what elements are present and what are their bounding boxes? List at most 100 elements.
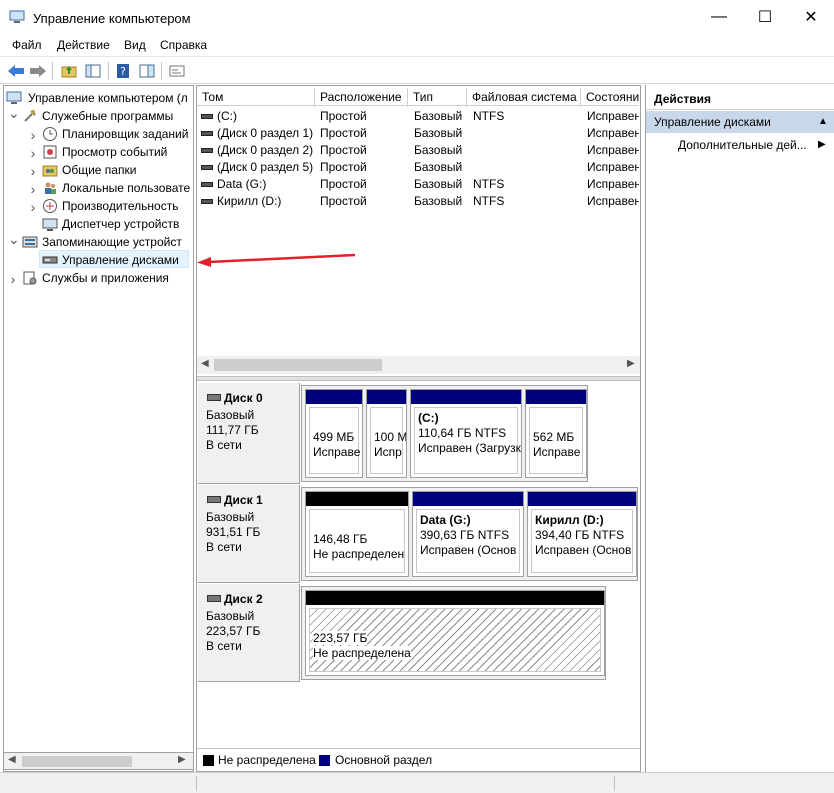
partition-color-bar <box>411 390 521 404</box>
volume-row[interactable]: Кирилл (D:) Простой Базовый NTFS Исправен <box>197 193 639 210</box>
primary-partition[interactable]: Кирилл (D:) 394,40 ГБ NTFS Исправен (Основ <box>527 491 637 577</box>
scroll-left-icon[interactable]: ◀ <box>8 754 16 765</box>
chevron-right-icon[interactable]: › <box>28 145 38 161</box>
disk-type: Базовый <box>206 408 255 422</box>
primary-partition[interactable]: 100 М Испр <box>366 389 407 478</box>
status-bar <box>0 772 834 793</box>
volume-cell: NTFS <box>473 177 505 191</box>
chevron-right-icon[interactable]: › <box>28 181 38 197</box>
volume-row[interactable]: (Диск 0 раздел 2) Простой Базовый Исправен <box>197 142 639 159</box>
volume-row[interactable]: Data (G:) Простой Базовый NTFS Исправен <box>197 176 639 193</box>
column-header-layout[interactable]: Расположение <box>315 88 408 107</box>
tree-item[interactable]: › Службы и приложения <box>6 269 194 287</box>
disk-icon <box>207 496 221 503</box>
tree-item[interactable]: ⌄ Служебные программы <box>6 105 194 125</box>
primary-partition[interactable]: Data (G:) 390,63 ГБ NTFS Исправен (Основ <box>412 491 524 577</box>
volume-cell: Базовый <box>414 177 463 191</box>
volume-cell: Исправен <box>587 126 639 140</box>
volume-icon <box>201 199 213 204</box>
chevron-right-icon[interactable]: › <box>8 271 18 287</box>
help-icon[interactable]: ? <box>113 61 133 81</box>
column-header-filesystem[interactable]: Файловая система <box>467 88 581 107</box>
toolbar: ? <box>0 56 834 84</box>
disk-status: В сети <box>206 639 242 653</box>
column-header-status[interactable]: Состояни <box>581 88 639 107</box>
menu-view[interactable]: Вид <box>124 38 146 52</box>
tree-item[interactable]: › Планировщик заданий <box>6 125 194 143</box>
partition-color-bar <box>306 591 604 605</box>
forward-arrow-icon[interactable] <box>28 61 48 81</box>
volume-cell: Базовый <box>414 126 463 140</box>
tree-item[interactable]: Диспетчер устройств <box>6 215 194 233</box>
disk-status: В сети <box>206 540 242 554</box>
primary-partition[interactable]: (C:) 110,64 ГБ NTFS Исправен (Загрузк <box>410 389 522 478</box>
column-header-type[interactable]: Тип <box>408 88 467 107</box>
legend-label-primary: Основной раздел <box>335 753 433 767</box>
partition-line2: Исправе <box>533 445 581 459</box>
disk-size: 931,51 ГБ <box>206 525 261 539</box>
volume-cell: Базовый <box>414 194 463 208</box>
scroll-right-icon[interactable]: ▶ <box>627 358 635 369</box>
volume-icon <box>201 131 213 136</box>
more-actions-link[interactable]: Дополнительные дей... <box>678 138 807 152</box>
console-icon[interactable] <box>167 61 187 81</box>
chevron-right-icon[interactable]: › <box>28 199 38 215</box>
disk-info-panel[interactable]: Диск 1 Базовый 931,51 ГБ В сети <box>198 485 300 583</box>
unallocated-partition[interactable]: 146,48 ГБ Не распределен <box>305 491 409 577</box>
tree-horizontal-scrollbar[interactable]: ◀ ▶ <box>3 752 194 770</box>
scrollbar-thumb[interactable] <box>22 756 132 767</box>
scroll-left-icon[interactable]: ◀ <box>201 358 209 369</box>
partition-line2: Не распределена <box>313 646 411 660</box>
chevron-right-icon[interactable]: › <box>28 127 38 143</box>
volume-icon <box>201 148 213 153</box>
tree-item[interactable]: › Просмотр событий <box>6 143 194 161</box>
volume-row[interactable]: (Диск 0 раздел 1) Простой Базовый Исправен <box>197 125 639 142</box>
tree-item-label: Запоминающие устройст <box>42 235 182 249</box>
primary-partition[interactable]: 562 МБ Исправе <box>525 389 587 478</box>
show-hide-tree-icon[interactable] <box>83 61 103 81</box>
scrollbar-thumb[interactable] <box>214 359 382 371</box>
chevron-down-icon[interactable]: ⌄ <box>8 231 20 248</box>
tree-item-root[interactable]: Управление компьютером (л <box>6 89 194 107</box>
disk-info-panel[interactable]: Диск 0 Базовый 111,77 ГБ В сети <box>198 383 300 484</box>
pane-splitter[interactable] <box>197 376 640 381</box>
scroll-right-icon[interactable]: ▶ <box>178 754 186 765</box>
volume-cell: Простой <box>320 194 367 208</box>
menu-help[interactable]: Справка <box>160 38 207 52</box>
volume-row[interactable]: (C:) Простой Базовый NTFS Исправен <box>197 108 639 125</box>
chevron-right-icon[interactable]: › <box>28 163 38 179</box>
tree-item[interactable]: › Локальные пользовате <box>6 179 194 197</box>
column-header-volume[interactable]: Том <box>197 88 315 107</box>
up-folder-icon[interactable] <box>59 61 79 81</box>
volume-horizontal-scrollbar[interactable]: ◀ ▶ <box>197 356 640 374</box>
tree-item[interactable]: › Производительность <box>6 197 194 215</box>
chevron-down-icon[interactable]: ⌄ <box>8 105 20 122</box>
tree-item-label: Управление дисками <box>62 253 179 267</box>
tree-item[interactable]: ⌄ Запоминающие устройст <box>6 231 194 251</box>
volume-row[interactable]: (Диск 0 раздел 5) Простой Базовый Исправен <box>197 159 639 176</box>
partition-color-bar <box>526 390 586 404</box>
tree-item[interactable]: › Общие папки <box>6 161 194 179</box>
device-manager-icon <box>42 218 58 231</box>
volume-cell: Простой <box>320 126 367 140</box>
actions-section-disk-management[interactable]: Управление дисками ▲ <box>646 111 834 133</box>
menu-file[interactable]: Файл <box>12 38 42 52</box>
primary-partition[interactable]: 499 МБ Исправе <box>305 389 363 478</box>
disk-info-panel[interactable]: Диск 2 Базовый 223,57 ГБ В сети <box>198 584 300 682</box>
minimize-button[interactable]: — <box>696 0 742 34</box>
close-button[interactable]: ✕ <box>788 0 834 34</box>
partition-title: Data (G:) <box>420 513 471 527</box>
storage-icon <box>22 236 38 248</box>
menu-action[interactable]: Действие <box>57 38 110 52</box>
tree-item-label: Служебные программы <box>42 109 174 123</box>
back-arrow-icon[interactable] <box>6 61 26 81</box>
tree-item-label: Диспетчер устройств <box>62 217 180 231</box>
disk-partition-area: 223,57 ГБ Не распределена <box>301 586 606 680</box>
properties-icon[interactable] <box>137 61 157 81</box>
disk-name: Диск 1 <box>224 493 263 507</box>
tree-item[interactable]: Управление дисками <box>6 251 194 269</box>
collapse-up-icon[interactable]: ▲ <box>818 111 828 133</box>
maximize-button[interactable]: ☐ <box>742 0 788 34</box>
unallocated-partition[interactable]: 223,57 ГБ Не распределена <box>305 590 605 676</box>
volume-cell: NTFS <box>473 109 505 123</box>
